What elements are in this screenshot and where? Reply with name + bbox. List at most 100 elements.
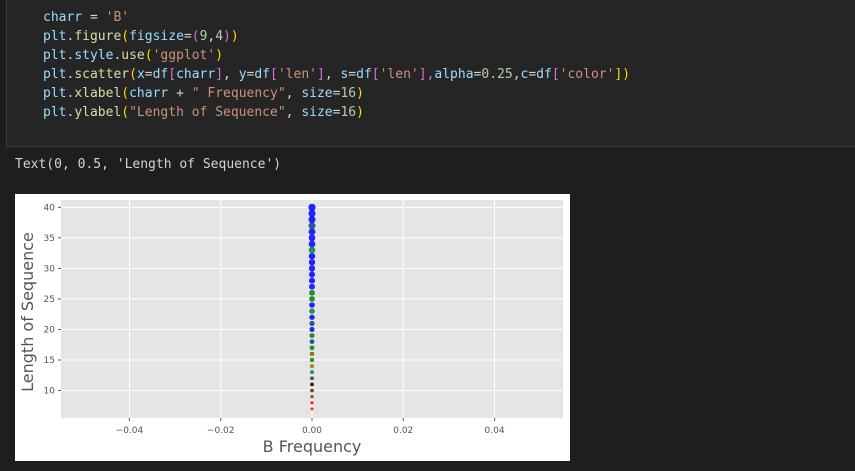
code-token: charr: [129, 86, 169, 101]
code-token: 4: [215, 29, 224, 44]
x-tick-label: 0.04: [485, 426, 505, 436]
scatter-point: [308, 277, 316, 284]
code-token: 16: [340, 86, 357, 101]
code-token: alpha: [434, 67, 474, 82]
code-token: [: [551, 67, 560, 82]
code-token: plt: [43, 48, 67, 63]
scatter-point: [310, 388, 314, 393]
code-token: " Frequency": [191, 86, 286, 101]
code-token: ]): [614, 67, 631, 82]
code-token: plt: [43, 29, 67, 44]
code-token: =: [183, 29, 192, 44]
code-token: charr: [176, 67, 216, 82]
code-token: ): [230, 29, 239, 44]
scatter-point: [309, 296, 315, 302]
code-token: ): [215, 48, 224, 63]
code-line-5: plt.xlabel(charr + " Frequency", size=16…: [43, 84, 364, 103]
code-token: ,: [512, 67, 521, 82]
code-token: "Length of Sequence": [129, 105, 286, 120]
scatter-point: [309, 351, 315, 357]
code-token: y: [238, 67, 247, 82]
y-tick-label: 30: [44, 264, 56, 274]
scatter-point: [308, 252, 316, 260]
x-tick-label: −0.04: [116, 426, 144, 436]
scatter-point: [310, 401, 314, 405]
x-tick-label: 0.00: [302, 426, 322, 436]
code-token: 16: [340, 105, 357, 120]
scatter-point: [308, 259, 316, 266]
scatter-point: [308, 234, 316, 242]
code-token: 0.25: [481, 67, 513, 82]
code-token: =: [144, 67, 153, 82]
code-token: [: [168, 67, 177, 82]
cell-output-text: Text(0, 0.5, 'Length of Sequence'): [15, 157, 282, 172]
x-axis-label: B Frequency: [263, 437, 362, 456]
code-token: (: [144, 48, 153, 63]
code-token: ]: [316, 67, 325, 82]
x-tick-label: 0.02: [393, 426, 413, 436]
scatter-point: [309, 320, 315, 326]
code-token: df: [356, 67, 372, 82]
code-token: ]: [215, 67, 224, 82]
code-line-1: charr = 'B': [43, 8, 129, 27]
code-token: +: [168, 86, 192, 101]
code-token: ,: [223, 67, 239, 82]
code-token: ,: [285, 105, 302, 120]
code-token: figure: [74, 29, 122, 44]
code-token: [: [371, 67, 380, 82]
scatter-point: [310, 382, 314, 387]
scatter-point: [309, 289, 315, 296]
code-token: xlabel: [74, 86, 122, 101]
code-token: =: [528, 67, 537, 82]
y-tick-label: 40: [44, 203, 56, 213]
scatter-point: [309, 357, 315, 363]
code-token: ylabel: [74, 105, 122, 120]
scatter-point: [309, 314, 315, 320]
scatter-plot-figure: −0.04 −0.02 0.00 0.02 0.04 10 15 20 25 30 35 40 B …: [15, 194, 570, 461]
scatter-point: [308, 240, 316, 248]
scatter-point: [309, 302, 315, 308]
code-token: use: [121, 48, 145, 63]
code-token: x: [136, 67, 145, 82]
scatter-point: [309, 326, 315, 333]
code-cell[interactable]: charr = 'B' plt.figure(figsize=(9,4)) pl…: [6, 0, 855, 147]
scatter-point: [309, 363, 315, 369]
code-token: 'color': [559, 67, 615, 82]
code-token: 'ggplot': [152, 48, 216, 63]
scatter-point: [310, 407, 314, 411]
code-token: df: [536, 67, 552, 82]
scatter-point: [308, 246, 316, 254]
code-token: ): [356, 105, 364, 120]
scatter-point: [309, 333, 315, 339]
code-token: 'B': [105, 10, 130, 25]
code-token: 'len': [277, 67, 317, 82]
y-tick-label: 10: [44, 387, 56, 397]
y-axis-ticks: 10 15 20 25 30 35 40: [44, 203, 61, 397]
code-token: [: [270, 67, 278, 82]
y-tick-label: 20: [44, 325, 56, 335]
scatter-point: [308, 228, 316, 236]
code-token: =: [348, 67, 357, 82]
code-token: style: [74, 48, 114, 63]
scatter-point: [309, 283, 315, 290]
scatter-point: [308, 271, 316, 278]
scatter-point: [310, 394, 314, 399]
code-token: =: [82, 10, 106, 25]
code-token: (: [121, 86, 130, 101]
y-tick-label: 25: [44, 295, 55, 305]
y-tick-label: 35: [44, 234, 55, 244]
code-token: (: [121, 29, 130, 44]
code-line-4: plt.scatter(x=df[charr], y=df['len'], s=…: [43, 65, 630, 84]
y-tick-label: 15: [44, 356, 55, 366]
scatter-point: [308, 265, 316, 272]
code-line-2: plt.figure(figsize=(9,4)): [43, 27, 239, 46]
code-token: figsize: [129, 29, 184, 44]
code-token: plt: [43, 67, 67, 82]
code-token: 'len': [379, 67, 419, 82]
code-token: ): [356, 86, 364, 101]
x-tick-label: −0.02: [207, 426, 235, 436]
code-line-6: plt.ylabel("Length of Sequence", size=16…: [43, 103, 364, 122]
code-token: (: [129, 67, 137, 82]
scatter-point: [310, 376, 314, 381]
code-token: size: [301, 105, 333, 120]
